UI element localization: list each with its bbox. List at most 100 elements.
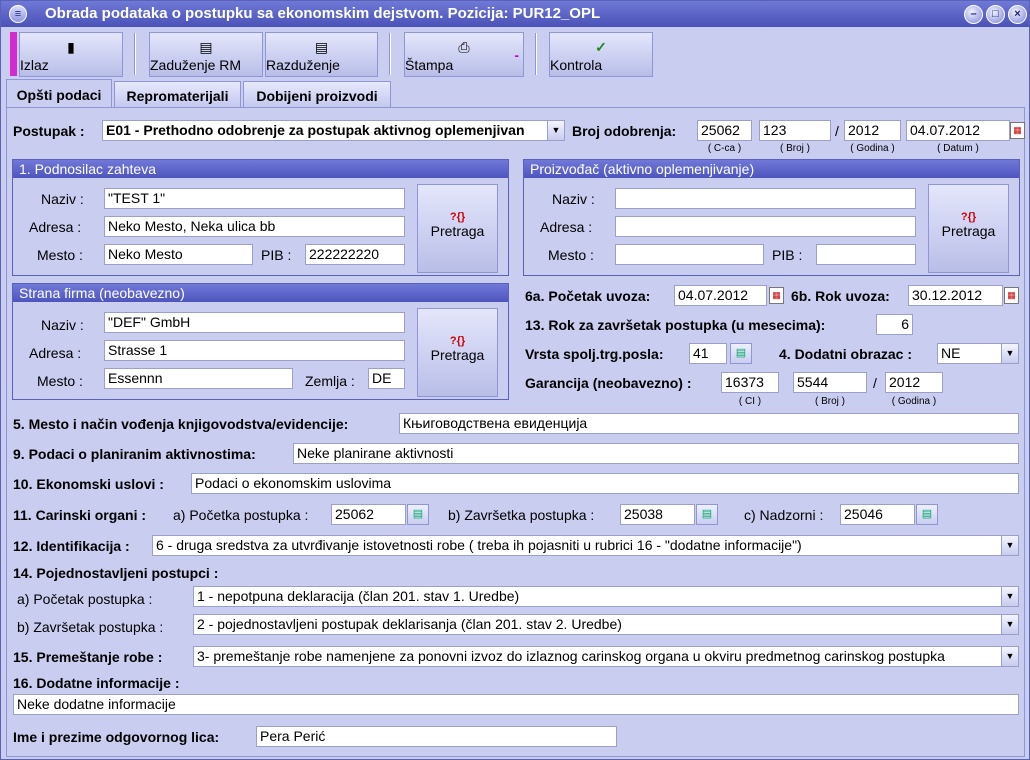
f9-field[interactable]: Neke planirane aktivnosti	[293, 443, 1019, 464]
izlaz-button[interactable]: ▮ Izlaz	[19, 32, 123, 77]
pretraga-label: Pretraga	[430, 223, 485, 239]
datum-caption: ( Datum )	[937, 143, 979, 154]
proizvodjac-pretraga-button[interactable]: ?{} Pretraga	[928, 184, 1009, 273]
f12-label: 12. Identifikacija :	[13, 538, 130, 554]
strana-zemlja-field[interactable]: DE	[368, 368, 405, 389]
podnosilac-mesto-field[interactable]: Neko Mesto	[104, 244, 253, 265]
f14b-select[interactable]: 2 - pojednostavljeni postupak deklarisan…	[193, 614, 1019, 635]
document-icon: ▤	[314, 39, 329, 55]
postupak-label: Postupak :	[13, 123, 85, 139]
kontrola-label: Kontrola	[550, 57, 603, 73]
dropdown-arrow-icon[interactable]: -	[514, 47, 519, 63]
lookup-list-icon[interactable]: ▤	[696, 504, 718, 525]
f11b-label: b) Završetka postupka :	[448, 507, 595, 523]
f5-label: 5. Mesto i način vođenja knjigovodstva/e…	[13, 416, 349, 432]
chevron-down-icon[interactable]: ▼	[547, 121, 564, 140]
stampa-button[interactable]: ⎙ Štampa -	[404, 32, 524, 77]
kontrola-button[interactable]: ✓ Kontrola	[549, 32, 653, 77]
pretraga-label: Pretraga	[941, 223, 996, 239]
chevron-down-icon[interactable]: ▼	[1001, 615, 1018, 634]
postupak-select[interactable]: E01 - Prethodno odobrenje za postupak ak…	[102, 120, 565, 141]
ccca-field[interactable]: 25062	[697, 120, 752, 141]
postupak-value: E01 - Prethodno odobrenje za postupak ak…	[106, 122, 525, 138]
proizvodjac-naziv-field[interactable]	[615, 188, 916, 209]
f11b-field[interactable]: 25038	[620, 504, 695, 525]
odgovorni-field[interactable]: Pera Perić	[256, 726, 617, 747]
calendar-icon[interactable]: ▦	[1010, 122, 1025, 139]
datum-field[interactable]: 04.07.2012	[906, 120, 1010, 141]
f14a-select[interactable]: 1 - nepotpuna deklaracija (član 201. sta…	[193, 586, 1019, 607]
ccca-caption: ( C-ca )	[707, 143, 742, 154]
strana-adresa-field[interactable]: Strasse 1	[104, 340, 405, 361]
podnosilac-pib-field[interactable]: 222222220	[305, 244, 405, 265]
podnosilac-naziv-field[interactable]: "TEST 1"	[104, 188, 405, 209]
strana-mesto-field[interactable]: Essennn	[104, 368, 293, 389]
rok-zavrsetak-label: 13. Rok za završetak postupka (u mesecim…	[525, 317, 826, 333]
tab-opsti-podaci[interactable]: Opšti podaci	[6, 79, 112, 107]
garancija-broj-field[interactable]: 5544	[793, 372, 867, 393]
f11a-field[interactable]: 25062	[331, 504, 406, 525]
broj-caption: ( Broj )	[815, 396, 845, 407]
dodatni-obrazac-select[interactable]: NE ▼	[937, 343, 1019, 364]
tab-dobijeni-proizvodi[interactable]: Dobijeni proizvodi	[243, 81, 391, 108]
podnosilac-pretraga-button[interactable]: ?{} Pretraga	[417, 184, 498, 273]
chevron-down-icon[interactable]: ▼	[1001, 647, 1018, 666]
f15-select[interactable]: 3- premeštanje robe namenjene za ponovni…	[193, 646, 1019, 667]
proizvodjac-mesto-field[interactable]	[615, 244, 764, 265]
chevron-down-icon[interactable]: ▼	[1001, 536, 1018, 555]
broj-odobrenja-label: Broj odobrenja:	[572, 123, 677, 139]
lookup-list-icon[interactable]: ▤	[407, 504, 429, 525]
lookup-list-icon[interactable]: ▤	[916, 504, 938, 525]
search-lookup-icon: ?{}	[960, 211, 977, 223]
zaduzenje-rm-button[interactable]: ▤ Zaduženje RM	[149, 32, 263, 77]
toolbar: ▮ Izlaz ▤ Zaduženje RM ▤ Razduženje ⎙ Št…	[1, 27, 1029, 79]
strana-pretraga-button[interactable]: ?{} Pretraga	[417, 308, 498, 397]
proizvodjac-adresa-field[interactable]	[615, 216, 916, 237]
calendar-icon[interactable]: ▦	[769, 287, 784, 304]
f14b-label: b) Završetak postupka :	[17, 619, 164, 635]
slash-separator: /	[835, 123, 839, 139]
main-window: ≡ Obrada podataka o postupku sa ekonomsk…	[0, 0, 1030, 760]
exit-door-icon: ▮	[67, 39, 75, 55]
system-menu-icon[interactable]: ≡	[9, 5, 27, 23]
f16-field[interactable]: Neke dodatne informacije	[13, 694, 1019, 715]
window-title: Obrada podataka o postupku sa ekonomskim…	[45, 5, 601, 22]
document-icon: ▤	[199, 39, 213, 55]
razduzenje-button[interactable]: ▤ Razduženje	[265, 32, 378, 77]
podnosilac-adresa-field[interactable]: Neko Mesto, Neka ulica bb	[104, 216, 405, 237]
adresa-label: Adresa :	[29, 345, 82, 361]
chevron-down-icon[interactable]: ▼	[1001, 587, 1018, 606]
close-button[interactable]: ×	[1008, 5, 1027, 24]
adresa-label: Adresa :	[29, 219, 82, 235]
strana-naziv-field[interactable]: "DEF" GmbH	[104, 312, 405, 333]
rok-zavrsetak-field[interactable]: 6	[876, 314, 913, 335]
broj-field[interactable]: 123	[759, 120, 831, 141]
garancija-godina-field[interactable]: 2012	[885, 372, 943, 393]
printer-icon: ⎙	[458, 39, 470, 55]
f11c-field[interactable]: 25046	[840, 504, 915, 525]
godina-field[interactable]: 2012	[844, 120, 901, 141]
minimize-button[interactable]: –	[964, 5, 983, 24]
chevron-down-icon[interactable]: ▼	[1001, 344, 1018, 363]
godina-caption: ( Godina )	[850, 143, 895, 154]
proizvodjac-pib-field[interactable]	[816, 244, 916, 265]
rok-uvoza-field[interactable]: 30.12.2012	[908, 285, 1003, 306]
pocetak-uvoza-field[interactable]: 04.07.2012	[674, 285, 767, 306]
mesto-label: Mesto :	[37, 373, 83, 389]
tab-repromaterijali[interactable]: Repromaterijali	[114, 81, 241, 108]
f10-field[interactable]: Podaci o ekonomskim uslovima	[191, 473, 1019, 494]
garancija-label: Garancija (neobavezno) :	[525, 375, 692, 391]
title-bar: ≡ Obrada podataka o postupku sa ekonomsk…	[1, 1, 1029, 27]
calendar-icon[interactable]: ▦	[1004, 287, 1019, 304]
f5-field[interactable]: Књиговодствена евиденција	[399, 413, 1019, 434]
lookup-list-icon[interactable]: ▤	[730, 343, 752, 364]
vrsta-posla-field[interactable]: 41	[689, 343, 727, 364]
tab-content-panel: Postupak : E01 - Prethodno odobrenje za …	[6, 107, 1025, 757]
f12-select[interactable]: 6 - druga sredstva za utvrđivanje istove…	[152, 535, 1019, 556]
strana-firma-group: Strana firma (neobavezno) Naziv : "DEF" …	[12, 283, 509, 400]
f10-label: 10. Ekonomski uslovi :	[13, 476, 164, 492]
f14-label: 14. Pojednostavljeni postupci :	[13, 565, 219, 581]
garancija-ci-field[interactable]: 16373	[721, 372, 779, 393]
f11c-label: c) Nadzorni :	[744, 507, 824, 523]
maximize-button[interactable]: □	[986, 5, 1005, 24]
